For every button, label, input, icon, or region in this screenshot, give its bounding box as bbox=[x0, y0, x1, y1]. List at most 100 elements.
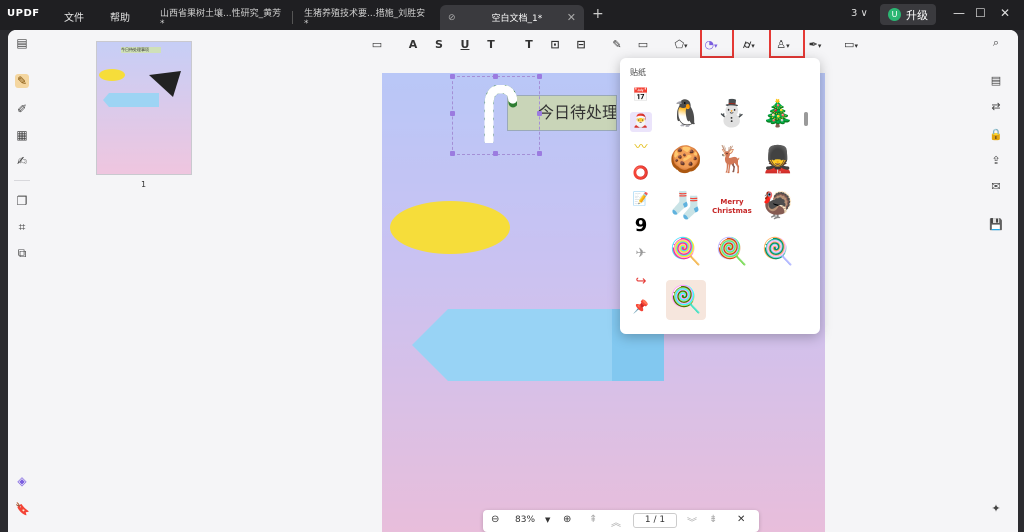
snowman-sticker[interactable]: ⛄ bbox=[712, 94, 752, 134]
tab-document-1[interactable]: 山西省果树土壤...性研究_黄芳* bbox=[152, 5, 293, 30]
thumbnail-arrow bbox=[103, 93, 159, 107]
text-comment-icon[interactable]: T bbox=[522, 38, 536, 52]
close-nav-icon[interactable]: ✕ bbox=[737, 514, 745, 525]
thumbnail-page-number: 1 bbox=[141, 180, 147, 189]
sticker-highlight-box bbox=[700, 30, 734, 58]
close-window-icon[interactable]: ✕ bbox=[1000, 6, 1010, 20]
highlight-icon[interactable]: A bbox=[406, 38, 420, 52]
reader-icon[interactable]: ▤ bbox=[15, 36, 29, 50]
category-number-icon[interactable]: 9 bbox=[630, 216, 652, 236]
yellow-ellipse-shape[interactable] bbox=[390, 201, 510, 254]
upgrade-button[interactable]: U 升级 bbox=[880, 4, 936, 25]
pencil-icon[interactable]: ✎ bbox=[610, 38, 624, 52]
category-note-icon[interactable]: 📝 bbox=[630, 190, 652, 210]
protect-icon[interactable]: 🔒 bbox=[989, 128, 1003, 142]
menu-help[interactable]: 帮助 bbox=[110, 9, 130, 24]
comment-icon[interactable]: ✎ bbox=[15, 74, 29, 88]
underline-icon[interactable]: U bbox=[458, 38, 472, 52]
candy-cane-blue-sticker[interactable]: 🍭 bbox=[758, 232, 798, 272]
page-navigation-bar: ⊖ 83% ▼ ⊕ ⇞ ︽ 1 / 1 ︾ ⇟ ✕ bbox=[483, 510, 759, 532]
menu-file[interactable]: 文件 bbox=[64, 9, 84, 24]
share-icon[interactable]: ⇪ bbox=[989, 154, 1003, 168]
strikethrough-icon[interactable]: S bbox=[432, 38, 446, 52]
resize-handle[interactable] bbox=[450, 151, 455, 156]
ai-assistant-icon[interactable]: ✦ bbox=[989, 502, 1003, 516]
merry-christmas-sticker[interactable]: Merry Christmas bbox=[712, 186, 752, 226]
shape-icon[interactable]: ⬠▾ bbox=[674, 38, 688, 52]
bookmark-icon[interactable]: 🔖 bbox=[15, 502, 30, 516]
tab-document-active[interactable]: ⊘ 空白文档_1* ✕ bbox=[440, 5, 584, 30]
search-icon[interactable]: ⌕ bbox=[989, 36, 1003, 50]
organize-pages-icon[interactable]: ❐ bbox=[15, 194, 29, 208]
gingerbread-sticker[interactable]: 🍪 bbox=[666, 140, 706, 180]
category-plane-icon[interactable]: ✈ bbox=[630, 244, 652, 264]
selected-sticker[interactable] bbox=[450, 74, 542, 156]
tools-icon[interactable]: ⧉ bbox=[15, 246, 29, 260]
tab-count-dropdown[interactable]: 3 ∨ bbox=[851, 8, 868, 19]
last-page-icon[interactable]: ⇟ bbox=[709, 514, 717, 525]
minimize-icon[interactable]: — bbox=[953, 6, 965, 20]
page-number-input[interactable]: 1 / 1 bbox=[633, 513, 677, 528]
app-window: ▤ ✎ ✐ ▦ ✍ ❐ ⌗ ⧉ ◈ 🔖 今日待处理事项 1 ▭ A S U T … bbox=[8, 30, 1018, 532]
text-box-icon[interactable]: ⊡ bbox=[548, 38, 562, 52]
resize-handle[interactable] bbox=[450, 74, 455, 79]
candy-cane-yellow-sticker[interactable]: 🍭 bbox=[712, 232, 752, 272]
resize-handle[interactable] bbox=[537, 151, 542, 156]
zoom-in-icon[interactable]: ⊕ bbox=[563, 514, 571, 525]
thumbnail-textbox: 今日待处理事项 bbox=[121, 47, 161, 53]
form-icon[interactable]: ▦ bbox=[15, 128, 29, 142]
category-pin-icon[interactable]: 📌 bbox=[630, 298, 652, 318]
zoom-level[interactable]: 83% bbox=[515, 515, 535, 525]
ocr-icon[interactable]: ▤ bbox=[989, 74, 1003, 88]
sticker-panel-scrollbar[interactable] bbox=[804, 112, 808, 126]
category-calendar-icon[interactable]: 📅 bbox=[630, 86, 652, 106]
turkey-sticker[interactable]: 🦃 bbox=[758, 186, 798, 226]
convert-icon[interactable]: ⇄ bbox=[989, 100, 1003, 114]
christmas-tree-sticker[interactable]: 🎄 bbox=[758, 94, 798, 134]
thumbnail-pane: 今日待处理事项 1 bbox=[36, 30, 204, 532]
resize-handle[interactable] bbox=[450, 111, 455, 116]
note-icon[interactable]: ▭ bbox=[370, 38, 384, 52]
category-circle-icon[interactable]: ⭕ bbox=[630, 164, 652, 184]
close-tab-icon[interactable]: ✕ bbox=[567, 11, 576, 24]
zoom-dropdown-icon[interactable]: ▼ bbox=[545, 516, 550, 524]
edit-pdf-icon[interactable]: ✐ bbox=[15, 102, 29, 116]
squiggly-icon[interactable]: T bbox=[484, 38, 498, 52]
eraser-icon[interactable]: ▭ bbox=[636, 38, 650, 52]
signature-icon[interactable]: ✒▾ bbox=[808, 38, 822, 52]
fill-sign-icon[interactable]: ✍ bbox=[15, 154, 29, 168]
nutcracker-sticker[interactable]: 💂 bbox=[758, 140, 798, 180]
resize-handle[interactable] bbox=[493, 151, 498, 156]
previous-page-icon[interactable]: ︽ bbox=[611, 514, 621, 529]
crop-icon[interactable]: ⌗ bbox=[15, 220, 29, 234]
category-christmas-icon[interactable]: 🎅 bbox=[630, 112, 652, 132]
attachment-icon[interactable]: ⌭▾ bbox=[742, 38, 756, 52]
new-tab-icon[interactable]: + bbox=[592, 6, 604, 22]
next-page-icon[interactable]: ︾ bbox=[687, 514, 697, 529]
zoom-out-icon[interactable]: ⊖ bbox=[491, 514, 499, 525]
page-thumbnail[interactable]: 今日待处理事项 bbox=[96, 41, 192, 175]
first-page-icon[interactable]: ⇞ bbox=[589, 514, 597, 525]
resize-handle[interactable] bbox=[537, 74, 542, 79]
text-callout-icon[interactable]: ⊟ bbox=[574, 38, 588, 52]
candy-cane-green-sticker[interactable]: 🍭 bbox=[666, 280, 706, 320]
maximize-icon[interactable]: ☐ bbox=[975, 6, 986, 20]
penguin-sticker[interactable]: 🐧 bbox=[666, 94, 706, 134]
email-icon[interactable]: ✉ bbox=[989, 180, 1003, 194]
measure-icon[interactable]: ▭▾ bbox=[844, 38, 858, 52]
resize-handle[interactable] bbox=[537, 111, 542, 116]
candy-cane-sticker bbox=[484, 85, 517, 143]
thumbnail-ellipse bbox=[99, 69, 125, 81]
resize-handle[interactable] bbox=[493, 74, 498, 79]
candy-cane-red-sticker[interactable]: 🍭 bbox=[666, 232, 706, 272]
category-tape-icon[interactable]: 〰 bbox=[630, 138, 652, 158]
stamp-highlight-box bbox=[769, 30, 805, 58]
left-tool-rail: ▤ ✎ ✐ ▦ ✍ ❐ ⌗ ⧉ ◈ 🔖 bbox=[8, 30, 36, 532]
tab-separator bbox=[292, 11, 293, 24]
stocking-sticker[interactable]: 🧦 bbox=[666, 186, 706, 226]
reindeer-sticker[interactable]: 🦌 bbox=[712, 140, 752, 180]
category-arrow-icon[interactable]: ↪ bbox=[630, 272, 652, 292]
save-icon[interactable]: 💾 bbox=[989, 218, 1003, 232]
layers-icon[interactable]: ◈ bbox=[15, 474, 29, 488]
tab-document-2[interactable]: 生猪养殖技术要...措施_刘胜安* bbox=[296, 5, 436, 30]
